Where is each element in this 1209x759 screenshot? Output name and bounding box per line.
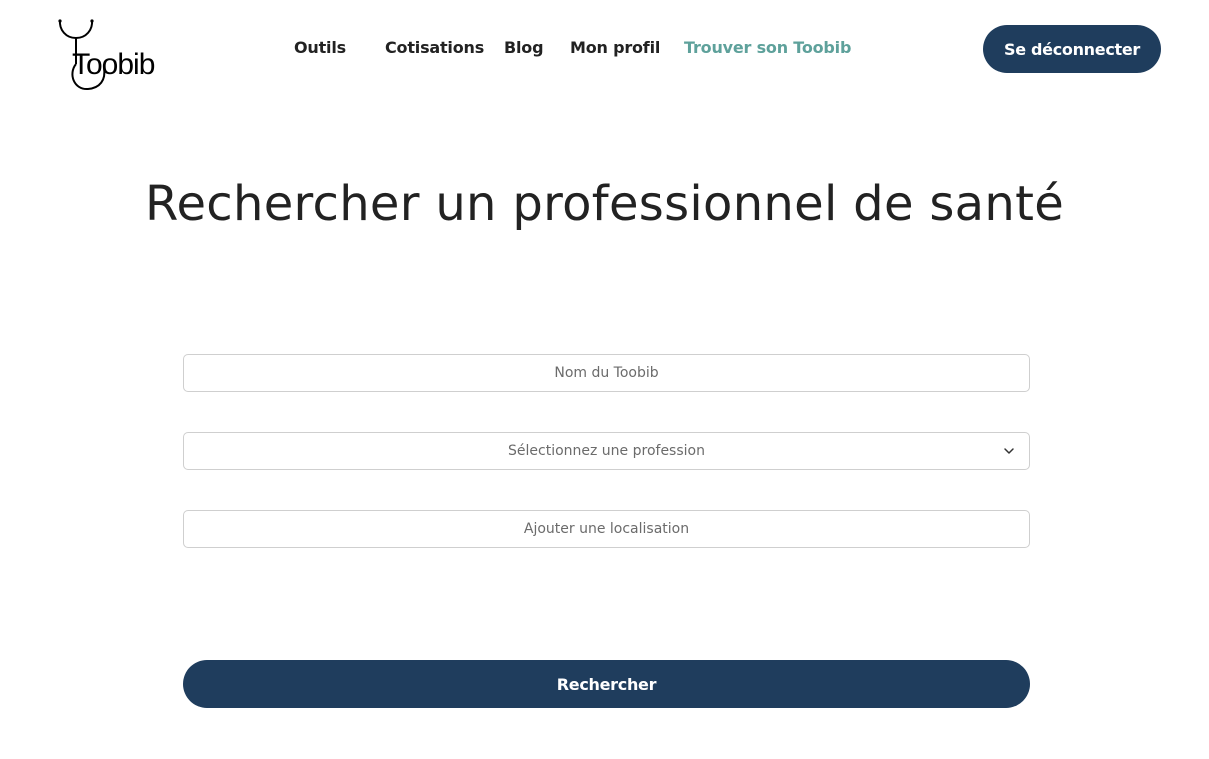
nav-item-outils[interactable]: Outils bbox=[294, 38, 346, 57]
name-field-container bbox=[183, 354, 1030, 392]
profession-select[interactable]: Sélectionnez une profession bbox=[184, 433, 1029, 469]
logout-button[interactable]: Se déconnecter bbox=[983, 25, 1161, 73]
nav-item-mon-profil[interactable]: Mon profil bbox=[570, 38, 660, 57]
profession-select-container: Sélectionnez une profession bbox=[183, 432, 1030, 470]
location-input[interactable] bbox=[184, 511, 1029, 547]
location-field-container bbox=[183, 510, 1030, 548]
name-input[interactable] bbox=[184, 355, 1029, 391]
nav-item-blog[interactable]: Blog bbox=[504, 38, 544, 57]
nav-item-trouver-son-toobib[interactable]: Trouver son Toobib bbox=[684, 38, 851, 57]
page: Toobib Outils Cotisations Blog Mon profi… bbox=[0, 0, 1209, 759]
nav-item-cotisations[interactable]: Cotisations bbox=[385, 38, 484, 57]
search-button[interactable]: Rechercher bbox=[183, 660, 1030, 708]
page-title: Rechercher un professionnel de santé bbox=[144, 176, 1065, 232]
